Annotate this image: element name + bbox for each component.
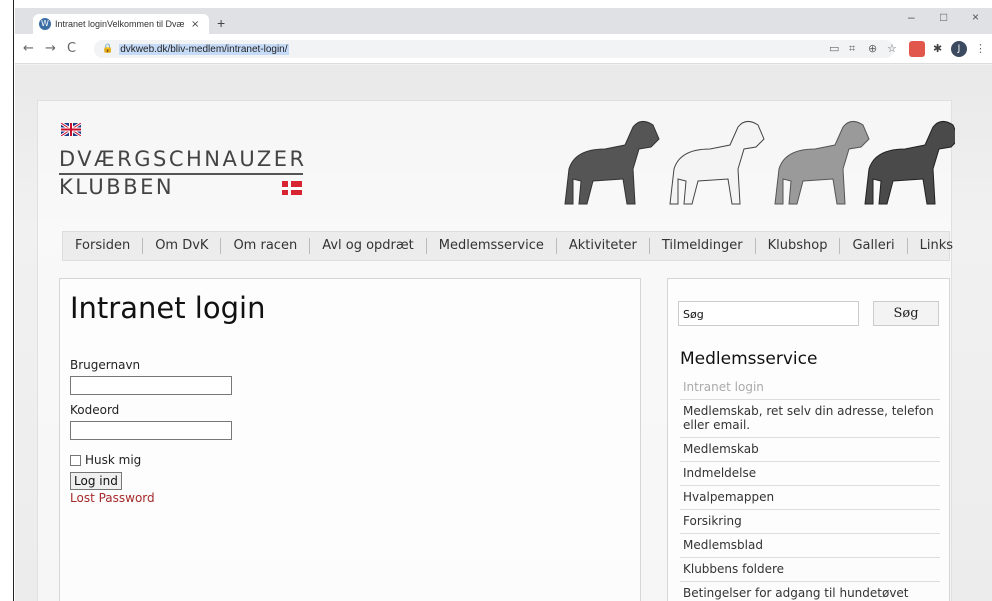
username-label: Brugernavn	[70, 358, 141, 372]
cast-icon[interactable]: ▭	[829, 42, 839, 55]
nav-item-tilmeldinger[interactable]: Tilmeldinger	[650, 238, 756, 254]
main-navigation: Forsiden Om DvK Om racen Avl og opdræt M…	[62, 231, 953, 261]
nav-item-medlemsservice[interactable]: Medlemsservice	[427, 238, 557, 254]
minimize-icon[interactable]: –	[908, 10, 915, 24]
profile-avatar[interactable]: J	[951, 41, 967, 57]
dog-silhouette	[669, 121, 765, 205]
sidebar-item-indmeldelse[interactable]: Indmeldelse	[680, 462, 940, 486]
nav-item-galleri[interactable]: Galleri	[840, 238, 908, 254]
left-edge	[0, 0, 14, 601]
lost-password-link[interactable]: Lost Password	[70, 491, 155, 505]
menu-kebab-icon[interactable]: ⋮	[975, 42, 986, 55]
nav-item-om-dvk[interactable]: Om DvK	[143, 238, 222, 254]
danish-flag-icon	[282, 181, 302, 195]
reload-icon[interactable]: C	[67, 41, 76, 56]
remember-me-checkbox[interactable]: Husk mig	[70, 453, 141, 467]
tab-close-icon[interactable]: ×	[191, 19, 199, 30]
logo-text-line1[interactable]: DVÆRGSCHNAUZER	[59, 147, 307, 171]
browser-tab[interactable]: W Intranet loginVelkommen til Dvæ ×	[33, 14, 209, 34]
nav-item-forsiden[interactable]: Forsiden	[63, 238, 144, 254]
nav-item-aktiviteter[interactable]: Aktiviteter	[557, 238, 650, 254]
bookmark-star-icon[interactable]: ☆	[887, 42, 897, 55]
sidebar-title: Medlemsservice	[680, 349, 818, 369]
sidebar-item-intranet-login[interactable]: Intranet login	[680, 376, 940, 400]
sidebar-item-medlemsblad[interactable]: Medlemsblad	[680, 534, 940, 558]
back-arrow-icon[interactable]: ←	[23, 41, 34, 56]
page-content: DVÆRGSCHNAUZER KLUBBEN Forsiden Om DvK O…	[15, 65, 992, 601]
nav-item-om-racen[interactable]: Om racen	[221, 238, 311, 254]
sidebar-item-forsikring[interactable]: Forsikring	[680, 510, 940, 534]
address-bar[interactable]: 🔒 dvkweb.dk/bliv-medlem/intranet-login/	[94, 40, 894, 58]
search-input[interactable]: Søg	[678, 301, 859, 326]
wordpress-icon: W	[39, 18, 51, 30]
close-window-icon[interactable]: ×	[972, 10, 979, 24]
username-input[interactable]	[70, 376, 232, 395]
sidebar: Søg Søg Medlemsservice Intranet login Me…	[667, 278, 950, 601]
sidebar-item-hvalpemappen[interactable]: Hvalpemappen	[680, 486, 940, 510]
dog-silhouette	[864, 121, 955, 205]
sidebar-item-betingelser[interactable]: Betingelser for adgang til hundetøvet	[680, 582, 940, 601]
puzzle-icon[interactable]: ✱	[933, 42, 942, 55]
password-input[interactable]	[70, 421, 232, 440]
sidebar-menu: Intranet login Medlemskab, ret selv din …	[680, 376, 940, 601]
browser-toolbar: ← → C 🔒 dvkweb.dk/bliv-medlem/intranet-l…	[15, 34, 992, 64]
translate-icon[interactable]: ⌗	[849, 42, 855, 56]
lock-icon: 🔒	[102, 44, 114, 54]
password-label: Kodeord	[70, 403, 120, 417]
tab-strip: W Intranet loginVelkommen til Dvæ × + – …	[15, 8, 992, 34]
tab-title: Intranet loginVelkommen til Dvæ	[55, 19, 185, 29]
dog-silhouette	[564, 121, 660, 205]
logo-text-line2[interactable]: KLUBBEN	[59, 175, 174, 199]
nav-item-avl-og-opdraet[interactable]: Avl og opdræt	[310, 238, 427, 254]
zoom-icon[interactable]: ⊕	[868, 42, 877, 55]
dog-silhouette	[774, 121, 870, 205]
schnauzer-dogs-illustration	[564, 121, 955, 205]
extension-icon[interactable]	[909, 41, 925, 57]
browser-window: W Intranet loginVelkommen til Dvæ × + – …	[15, 8, 992, 601]
search-button[interactable]: Søg	[873, 301, 939, 326]
page-title: Intranet login	[70, 291, 266, 325]
nav-item-links[interactable]: Links	[908, 238, 965, 254]
screen: W Intranet loginVelkommen til Dvæ × + – …	[0, 0, 992, 601]
url-text: dvkweb.dk/bliv-medlem/intranet-login/	[119, 43, 289, 55]
uk-flag-icon[interactable]	[61, 123, 81, 136]
remember-me-label: Husk mig	[85, 453, 142, 467]
sidebar-item-ret-adresse[interactable]: Medlemskab, ret selv din adresse, telefo…	[680, 400, 940, 438]
login-panel: Intranet login Brugernavn Kodeord Husk m…	[59, 278, 641, 601]
login-button[interactable]: Log ind	[70, 472, 122, 490]
sidebar-item-klubbens-foldere[interactable]: Klubbens foldere	[680, 558, 940, 582]
forward-arrow-icon[interactable]: →	[45, 41, 56, 56]
nav-item-klubshop[interactable]: Klubshop	[756, 238, 841, 254]
sidebar-item-medlemskab[interactable]: Medlemskab	[680, 438, 940, 462]
checkbox-box[interactable]	[70, 454, 81, 466]
new-tab-button[interactable]: +	[217, 15, 225, 31]
maximize-icon[interactable]: □	[940, 10, 947, 24]
